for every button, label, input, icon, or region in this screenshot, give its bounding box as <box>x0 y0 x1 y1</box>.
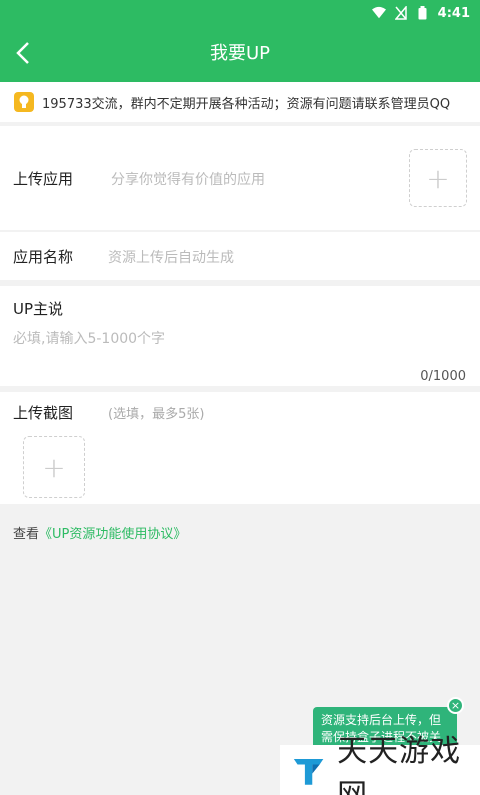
add-screenshot-button[interactable]: + <box>23 436 85 498</box>
char-counter: 0/1000 <box>420 369 466 384</box>
app-name-row: 应用名称 资源上传后自动生成 <box>0 232 480 280</box>
status-time: 4:41 <box>437 5 470 21</box>
status-bar: 4:41 <box>0 0 480 26</box>
upload-app-button[interactable]: + <box>409 149 467 207</box>
up-says-label: UP主说 <box>13 300 64 318</box>
screenshots-hint: (选填，最多5张) <box>108 407 205 422</box>
lightbulb-icon <box>14 92 34 112</box>
agreement-link[interactable]: 《UP资源功能使用协议》 <box>39 527 186 542</box>
notice-bar[interactable]: 195733交流，群内不定期开展各种活动；资源有问题请联系管理员QQ <box>0 82 480 122</box>
page-title: 我要UP <box>209 43 271 64</box>
screenshots-label: 上传截图 <box>13 404 74 422</box>
close-icon: × <box>450 699 461 712</box>
upload-app-hint: 分享你觉得有价值的应用 <box>111 172 265 188</box>
agreement-line: 查看《UP资源功能使用协议》 <box>13 523 186 542</box>
chevron-left-icon <box>16 42 29 64</box>
toast-close-button[interactable]: × <box>447 697 464 714</box>
battery-icon <box>416 6 430 20</box>
up-says-placeholder: 必填,请输入5-1000个字 <box>13 331 166 347</box>
watermark-logo-icon <box>293 758 324 785</box>
upload-app-row: 上传应用 分享你觉得有价值的应用 + <box>0 126 480 230</box>
watermark-text: 天天游戏网 <box>337 734 462 795</box>
wifi-icon <box>371 6 386 20</box>
watermark: 天天游戏网 <box>280 734 480 795</box>
plus-icon: + <box>42 450 66 484</box>
up-says-input[interactable]: 必填,请输入5-1000个字 <box>13 328 467 364</box>
app-name-label: 应用名称 <box>13 248 74 266</box>
app-bar: 我要UP <box>0 26 480 82</box>
app-name-hint: 资源上传后自动生成 <box>108 250 234 266</box>
plus-icon: + <box>426 161 450 195</box>
back-button[interactable] <box>10 38 40 68</box>
no-signal-icon <box>394 6 408 20</box>
agreement-prefix: 查看 <box>13 527 40 542</box>
up-says-section: UP主说 必填,请输入5-1000个字 0/1000 <box>0 286 480 386</box>
notice-text: 195733交流，群内不定期开展各种活动；资源有问题请联系管理员QQ <box>42 96 451 112</box>
upload-app-label: 上传应用 <box>13 170 74 188</box>
screenshots-section: 上传截图 (选填，最多5张) + <box>0 392 480 504</box>
